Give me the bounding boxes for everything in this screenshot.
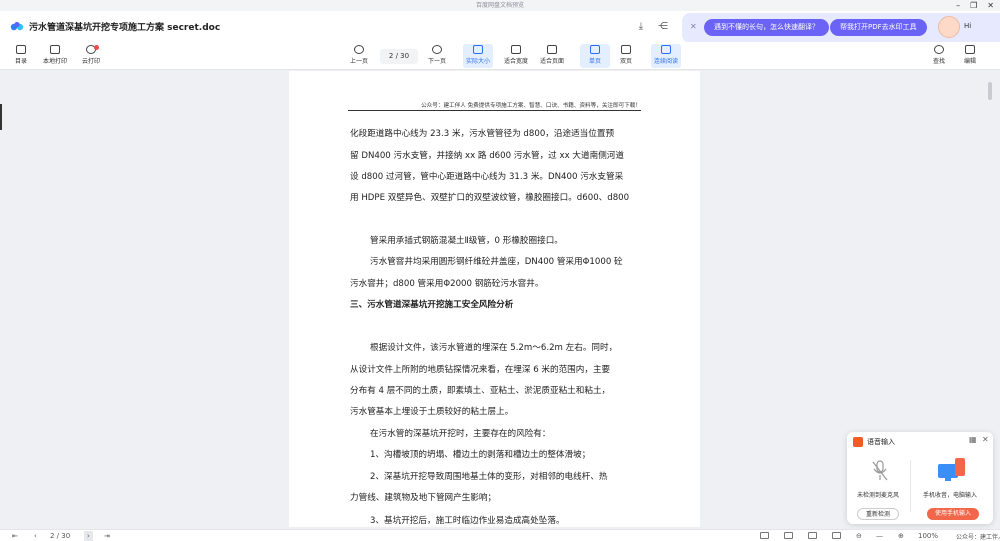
prev-page-button[interactable]: 上一页 (344, 44, 374, 68)
voice-input-panel: 语音输入 ▦ ✕ 未检测到麦克风 手机收音，电脑输入 重新检测 使用手机输入 (847, 432, 993, 524)
doc-line: 污水管基本上埋设于土质较好的粘土层上。 (350, 407, 514, 417)
pencil-icon (965, 45, 975, 54)
catalog-button[interactable]: 目录 (6, 44, 36, 68)
microphone-off-icon (872, 460, 888, 481)
doc-line: 污水管窨井均采用圆形钢纤维砼井盖座，DN400 管采用Φ1000 砼 (370, 257, 623, 267)
local-print-button[interactable]: 本地打印 (40, 44, 70, 68)
continuous-read-button[interactable]: 连续阅读 (651, 44, 681, 68)
voice-panel-title: 语音输入 (867, 438, 895, 446)
next-page-button[interactable]: 下一页 (422, 44, 452, 68)
minimize-icon[interactable]: – (956, 0, 960, 11)
document-title: 污水管道深基坑开挖专项施工方案 secret.doc (29, 23, 221, 33)
viewer-toolbar: 目录 本地打印 云打印 上一页 下一页 实际大小 适合宽度 适合页面 单页 双页… (0, 42, 1000, 70)
doc-line: 用 HDPE 双壁异色、双壁扩口的双壁波纹管，橡胶圈接口。d600、d800 (350, 193, 630, 203)
doc-line: 2、深基坑开挖导致周围地基土体的变形，对相邻的电线杆、热 (370, 472, 608, 482)
phone-input-label: 手机收音，电脑输入 (923, 492, 978, 499)
doc-line: 1、沟槽坡顶的坍塌、槽边土的剥落和槽边土的整体滑坡； (370, 450, 591, 460)
prev-page-icon[interactable]: ‹ (34, 531, 37, 541)
baidu-netdisk-logo-icon (10, 21, 24, 31)
vertical-scrollbar[interactable] (988, 82, 992, 100)
fit-page-icon (547, 45, 557, 54)
double-page-button[interactable]: 双页 (611, 44, 641, 68)
voice-close-icon[interactable]: ✕ (982, 435, 989, 444)
document-page: 公众号：建工伴人 免费提供专项施工方案、智慧、口诀、书籍、资料等，关注即可下载！… (289, 71, 700, 527)
edit-button[interactable]: 编辑 (955, 44, 985, 68)
search-button[interactable]: 查找 (924, 44, 954, 68)
doc-line: 根据设计文件，该污水管道的埋深在 5.2m～6.2m 左右。同时， (370, 343, 618, 353)
zoom-level: 100% (918, 532, 939, 540)
view-mode-icon[interactable] (784, 532, 793, 539)
chevron-left-icon (354, 45, 364, 54)
no-mic-label: 未检测到麦克风 (857, 492, 900, 499)
pdf-watermark-tool-button[interactable]: 帮我打开PDF去水印工具 (830, 19, 927, 36)
actual-size-icon (473, 45, 483, 54)
single-page-button[interactable]: 单页 (580, 44, 610, 68)
translate-tip-button[interactable]: 遇到不懂的长句，怎么快速翻译？ (704, 19, 829, 36)
view-mode-icon[interactable] (760, 532, 769, 539)
next-page-icon[interactable]: › (84, 531, 93, 541)
restore-icon[interactable]: ❐ (970, 0, 977, 11)
section-heading: 三、污水管道深基坑开挖施工安全风险分析 (350, 300, 514, 310)
single-page-icon (590, 45, 600, 54)
actual-size-button[interactable]: 实际大小 (463, 44, 493, 68)
doc-line: 从设计文件上所附的地质钻探情况来看，在埋深 6 米的范围内，主要 (350, 365, 611, 375)
sogou-logo-icon (853, 437, 863, 447)
assistant-promo-bar: ✕ 遇到不懂的长句，怎么快速翻译？ 帮我打开PDF去水印工具 Hi (682, 13, 1000, 43)
phone-computer-icon (938, 458, 965, 481)
doc-line: 3、基坑开挖后，施工时临边作业易造成高处坠落。 (370, 516, 565, 526)
double-page-icon (621, 45, 631, 54)
first-page-icon[interactable]: ⇤ (12, 531, 18, 541)
printer-icon (50, 45, 60, 54)
doc-line: 设 d800 过河管，管中心距道路中心线为 31.3 米。DN400 污水支管采 (350, 172, 624, 182)
view-mode-icon[interactable] (832, 532, 841, 539)
assistant-greeting: Hi (964, 22, 972, 30)
share-icon[interactable]: ⋲ (656, 20, 670, 34)
status-page-indicator[interactable]: 2 / 30 (50, 531, 70, 541)
search-icon (934, 45, 944, 54)
view-mode-icon[interactable] (808, 532, 817, 539)
fit-page-button[interactable]: 适合页面 (537, 44, 567, 68)
zoom-in-icon[interactable]: ⊕ (898, 531, 904, 541)
voice-panel-divider (910, 460, 911, 512)
continuous-read-icon (661, 45, 671, 54)
fit-width-icon (511, 45, 521, 54)
watermark-text: 公众号：建工伴人 (956, 534, 1000, 541)
fit-width-button[interactable]: 适合宽度 (501, 44, 531, 68)
catalog-icon (16, 45, 26, 54)
doc-line: 分布有 4 层不同的土质，即素填土、亚粘土、淤泥质亚粘土和粘土， (350, 386, 611, 396)
zoom-slider[interactable]: — (876, 531, 883, 541)
doc-line: 管采用承插式钢筋混凝土Ⅱ级管，0 形橡胶圈接口。 (370, 236, 563, 246)
page-number-input[interactable]: 2 / 30 (380, 49, 418, 64)
retry-detect-button[interactable]: 重新检测 (857, 508, 900, 520)
chevron-right-icon (432, 45, 442, 54)
doc-line: 在污水管的深基坑开挖时，主要存在的风险有： (370, 429, 551, 439)
doc-line: 化段距道路中心线为 23.3 米，污水管管径为 d800，沿途适当位置预 (350, 129, 615, 139)
doc-line: 污水窨井；d800 管采用Φ2000 钢筋砼污水窨井。 (350, 279, 544, 289)
sidebar-toggle-handle[interactable] (0, 104, 2, 130)
status-bar: ⇤ ‹ 2 / 30 › ⇥ ⊖ — ⊕ 100% (0, 529, 1000, 541)
close-icon[interactable]: ✕ (987, 0, 994, 11)
last-page-icon[interactable]: ⇥ (104, 531, 110, 541)
use-phone-input-button[interactable]: 使用手机输入 (927, 508, 980, 520)
assistant-avatar[interactable] (938, 16, 960, 38)
window-titlebar: 百度网盘文档预览 – ❐ ✕ (0, 0, 1000, 11)
zoom-out-icon[interactable]: ⊖ (856, 531, 862, 541)
page-header-text: 公众号：建工伴人 免费提供专项施工方案、智慧、口诀、书籍、资料等，关注即可下载！ (348, 101, 641, 111)
cloud-print-button[interactable]: 云打印 (76, 44, 106, 68)
download-icon[interactable]: ⤓ (634, 20, 648, 34)
grid-menu-icon[interactable]: ▦ (969, 435, 977, 444)
doc-line: 力管线、建筑物及地下管网产生影响； (350, 493, 497, 503)
promo-close-icon[interactable]: ✕ (690, 22, 697, 31)
cloud-print-badge (94, 45, 99, 50)
window-title: 百度网盘文档预览 (475, 2, 524, 9)
doc-line: 留 DN400 污水支管，并接纳 xx 路 d600 污水管，过 xx 大道南侧… (350, 151, 624, 161)
